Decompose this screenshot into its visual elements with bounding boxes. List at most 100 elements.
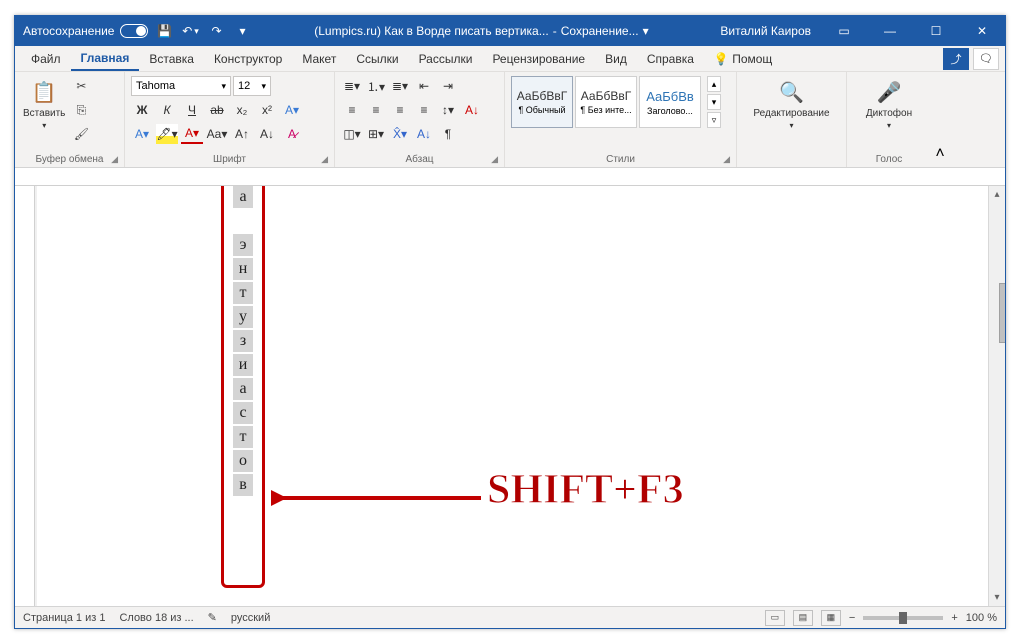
ribbon-options-icon[interactable]: ▭: [821, 16, 867, 46]
zoom-out-icon[interactable]: −: [849, 612, 855, 624]
highlight-button[interactable]: 🖊▾: [156, 124, 178, 144]
underline-button[interactable]: Ч: [181, 100, 203, 120]
document-canvas[interactable]: аэнтузиастов SHIFT+F3: [37, 186, 988, 606]
align-center-button[interactable]: ≡: [365, 100, 387, 120]
collapse-ribbon-icon[interactable]: ˄: [931, 72, 949, 167]
minimize-button[interactable]: ―: [867, 16, 913, 46]
subscript-button[interactable]: x₂: [231, 100, 253, 120]
strike-button[interactable]: ab: [206, 100, 228, 120]
zoom-in-icon[interactable]: +: [951, 612, 957, 624]
line-spacing-button[interactable]: ↕▾: [437, 100, 459, 120]
font-size-combo[interactable]: 12▾: [233, 76, 271, 96]
format-painter-icon[interactable]: 🖌: [71, 124, 91, 144]
scroll-down-icon[interactable]: ▾: [989, 589, 1005, 606]
style-up-icon[interactable]: ▴: [707, 76, 721, 92]
shrink-font-button[interactable]: A↓: [256, 124, 278, 144]
mic-icon: 🎤: [875, 78, 903, 106]
scroll-up-icon[interactable]: ▴: [989, 186, 1005, 203]
asian-layout-button[interactable]: A↓: [413, 124, 435, 144]
ruler-horizontal[interactable]: [15, 168, 1005, 186]
view-focus-icon[interactable]: ▭: [765, 610, 785, 626]
cut-icon[interactable]: ✂: [71, 76, 91, 96]
bold-button[interactable]: Ж: [131, 100, 153, 120]
align-right-button[interactable]: ≡: [389, 100, 411, 120]
italic-button[interactable]: К: [156, 100, 178, 120]
change-case-button[interactable]: Aa▾: [206, 124, 228, 144]
qat-more-icon[interactable]: ▾: [232, 21, 252, 41]
tab-layout[interactable]: Макет: [292, 48, 346, 70]
numbering-button[interactable]: ⒈▾: [365, 76, 387, 96]
font-color-button[interactable]: A▾: [181, 124, 203, 144]
tab-home[interactable]: Главная: [71, 47, 140, 71]
decrease-indent-button[interactable]: ⇤: [413, 76, 435, 96]
view-web-icon[interactable]: ▦: [821, 610, 841, 626]
undo-icon[interactable]: ↶▾: [180, 21, 200, 41]
style-heading[interactable]: АаБбВвЗаголово...: [639, 76, 701, 128]
scroll-thumb[interactable]: [999, 283, 1005, 343]
tab-file[interactable]: Файл: [21, 48, 71, 70]
shading-button[interactable]: ◫▾: [341, 124, 363, 144]
grow-font-button[interactable]: A↑: [231, 124, 253, 144]
dictate-button[interactable]: 🎤 Диктофон ▾: [864, 76, 914, 132]
close-button[interactable]: ✕: [959, 16, 1005, 46]
autosave-toggle[interactable]: [120, 24, 148, 38]
group-editing: 🔍 Редактирование ▾: [737, 72, 847, 167]
share-button[interactable]: ⤴: [943, 48, 969, 70]
statusbar: Страница 1 из 1 Слово 18 из ... ✎ русски…: [15, 606, 1005, 628]
tab-mailings[interactable]: Рассылки: [409, 48, 483, 70]
status-page[interactable]: Страница 1 из 1: [23, 612, 105, 624]
group-voice-label: Голос: [876, 154, 903, 165]
user-name[interactable]: Виталий Каиров: [710, 24, 821, 38]
paragraph-launcher-icon[interactable]: ◢: [491, 154, 498, 165]
ruler-vertical[interactable]: [15, 186, 35, 606]
justify-button[interactable]: ≡: [413, 100, 435, 120]
spellcheck-icon[interactable]: ✎: [208, 611, 217, 624]
saving-status: Сохранение...: [561, 24, 639, 38]
superscript-button[interactable]: x²: [256, 100, 278, 120]
styles-launcher-icon[interactable]: ◢: [723, 154, 730, 165]
style-nospacing[interactable]: АаБбВвГ¶ Без инте...: [575, 76, 637, 128]
find-button[interactable]: 🔍 Редактирование ▾: [751, 76, 831, 132]
font-name-combo[interactable]: Tahoma▾: [131, 76, 231, 96]
clear-format-button[interactable]: A̷: [281, 124, 303, 144]
view-print-icon[interactable]: ▤: [793, 610, 813, 626]
status-words[interactable]: Слово 18 из ...: [119, 612, 193, 624]
tab-view[interactable]: Вид: [595, 48, 637, 70]
redo-icon[interactable]: ↷: [206, 21, 226, 41]
style-more-icon[interactable]: ▿: [707, 112, 721, 128]
style-normal[interactable]: АаБбВвГ¶ Обычный: [511, 76, 573, 128]
tab-insert[interactable]: Вставка: [139, 48, 204, 70]
clipboard-launcher-icon[interactable]: ◢: [111, 154, 118, 165]
app-window: Автосохранение 💾 ↶▾ ↷ ▾ (Lumpics.ru) Как…: [14, 15, 1006, 629]
text-direction-button[interactable]: X̂▾: [389, 124, 411, 144]
scrollbar-vertical[interactable]: ▴ ▾: [988, 186, 1005, 606]
zoom-level[interactable]: 100 %: [966, 612, 997, 624]
comments-button[interactable]: 🗨: [973, 48, 999, 70]
tab-help[interactable]: Справка: [637, 48, 704, 70]
text-effects-button[interactable]: A▾: [281, 100, 303, 120]
group-voice: 🎤 Диктофон ▾ Голос: [847, 72, 931, 167]
tab-design[interactable]: Конструктор: [204, 48, 292, 70]
show-marks-button[interactable]: ¶: [437, 124, 459, 144]
maximize-button[interactable]: ☐: [913, 16, 959, 46]
font-fill-button[interactable]: A▾: [131, 124, 153, 144]
zoom-slider[interactable]: [863, 616, 943, 620]
sort-button[interactable]: A↓: [461, 100, 483, 120]
multilevel-button[interactable]: ≣▾: [389, 76, 411, 96]
style-down-icon[interactable]: ▾: [707, 94, 721, 110]
paste-button[interactable]: 📋 Вставить ▾: [21, 76, 67, 132]
bullets-button[interactable]: ≣▾: [341, 76, 363, 96]
font-launcher-icon[interactable]: ◢: [321, 154, 328, 165]
tab-references[interactable]: Ссылки: [346, 48, 408, 70]
save-icon[interactable]: 💾: [154, 21, 174, 41]
document-area: аэнтузиастов SHIFT+F3 ▴ ▾: [15, 186, 1005, 606]
group-styles-label: Стили: [606, 154, 635, 165]
tab-tellme[interactable]: 💡 Помощ: [704, 48, 782, 70]
align-left-button[interactable]: ≡: [341, 100, 363, 120]
copy-icon[interactable]: ⎘: [71, 100, 91, 120]
status-lang[interactable]: русский: [231, 612, 270, 624]
tab-review[interactable]: Рецензирование: [482, 48, 595, 70]
group-paragraph-label: Абзац: [405, 154, 433, 165]
borders-button[interactable]: ⊞▾: [365, 124, 387, 144]
increase-indent-button[interactable]: ⇥: [437, 76, 459, 96]
